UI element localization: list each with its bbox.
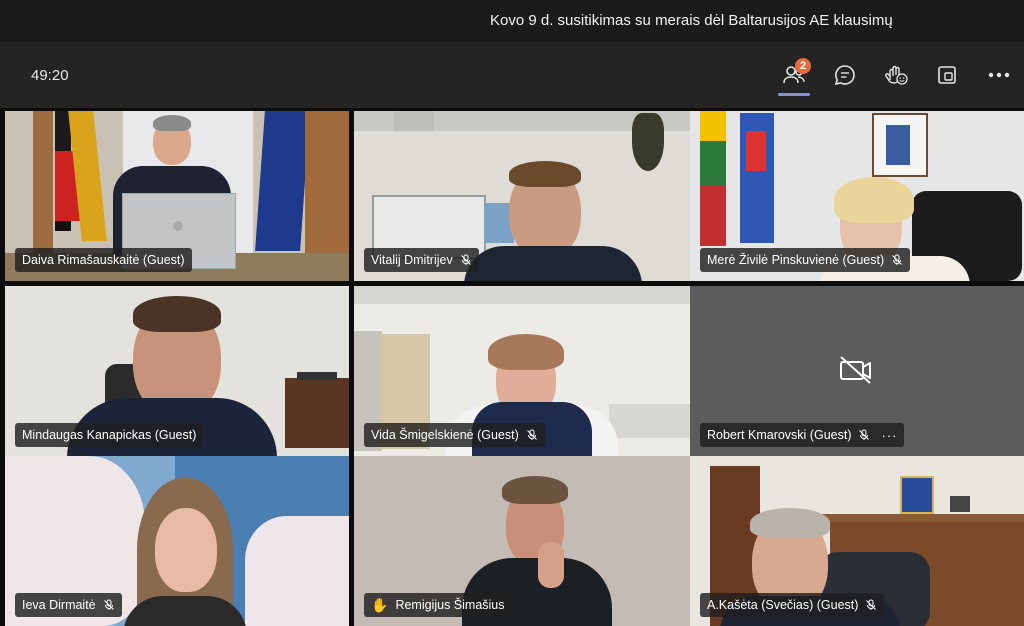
- video-tile[interactable]: Vitalij Dmitrijev: [354, 111, 698, 281]
- raised-hand-icon: ✋: [371, 596, 389, 613]
- participant-name: Merė Živilė Pinskuvienė (Guest): [707, 253, 885, 267]
- mic-muted-icon: [859, 429, 870, 440]
- share-tray-icon: [938, 66, 956, 84]
- participant-name: A.Kašėta (Svečias) (Guest): [707, 598, 859, 612]
- video-tile[interactable]: Mindaugas Kanapickas (Guest): [5, 286, 349, 456]
- mic-muted-icon: [866, 599, 877, 610]
- chat-button[interactable]: [829, 60, 861, 90]
- participant-label: Ieva Dirmaitė: [15, 593, 122, 617]
- more-options-icon: [988, 72, 1010, 78]
- meeting-timer: 49:20: [31, 67, 69, 84]
- participant-label: A.Kašėta (Svečias) (Guest): [700, 593, 885, 617]
- video-tile[interactable]: Daiva Rimašauskaitė (Guest): [5, 111, 349, 281]
- participant-label: Vitalij Dmitrijev: [364, 248, 479, 272]
- chat-icon: [834, 65, 855, 86]
- participant-label: Robert Kmarovski (Guest) ···: [700, 423, 905, 447]
- meeting-toolbar: 49:20 2: [0, 42, 1024, 108]
- video-tile[interactable]: A.Kašėta (Svečias) (Guest): [690, 456, 1024, 626]
- participant-label: Merė Živilė Pinskuvienė (Guest): [700, 248, 911, 272]
- video-tile[interactable]: Vida Šmigelskienė (Guest): [354, 286, 698, 456]
- participant-label: ✋ Remigijus Šimašius: [364, 593, 512, 617]
- mic-muted-icon: [526, 429, 537, 440]
- reactions-button[interactable]: [880, 60, 912, 90]
- mic-muted-icon: [460, 254, 471, 265]
- participant-more-options[interactable]: ···: [881, 428, 897, 443]
- participant-name: Vida Šmigelskienė (Guest): [371, 428, 519, 442]
- participant-name: Vitalij Dmitrijev: [371, 253, 453, 267]
- more-options-button[interactable]: [983, 60, 1015, 90]
- meeting-title: Kovo 9 d. susitikimas su merais dėl Balt…: [490, 12, 893, 29]
- participant-label: Mindaugas Kanapickas (Guest): [15, 423, 204, 447]
- camera-off-icon: [840, 356, 871, 384]
- participant-name: Ieva Dirmaitė: [22, 598, 96, 612]
- participants-button[interactable]: 2: [778, 58, 811, 96]
- participant-label: Vida Šmigelskienė (Guest): [364, 423, 545, 447]
- video-tile[interactable]: Merė Živilė Pinskuvienė (Guest): [690, 111, 1024, 281]
- share-button[interactable]: [931, 60, 963, 90]
- participants-count-badge: 2: [795, 58, 811, 74]
- reactions-icon: [885, 65, 908, 85]
- participant-name: Daiva Rimašauskaitė (Guest): [22, 253, 185, 267]
- video-tile[interactable]: Ieva Dirmaitė: [5, 456, 349, 626]
- video-tile[interactable]: ✋ Remigijus Šimašius: [354, 456, 698, 626]
- window-titlebar: Kovo 9 d. susitikimas su merais dėl Balt…: [0, 0, 1024, 42]
- participant-name: Mindaugas Kanapickas (Guest): [22, 428, 197, 442]
- participant-name: Robert Kmarovski (Guest): [707, 428, 852, 442]
- mic-muted-icon: [103, 599, 114, 610]
- participant-name: Remigijus Šimašius: [395, 598, 505, 612]
- video-tile[interactable]: Robert Kmarovski (Guest) ···: [690, 286, 1024, 456]
- mic-muted-icon: [892, 254, 903, 265]
- active-indicator: [778, 93, 810, 96]
- participant-label: Daiva Rimašauskaitė (Guest): [15, 248, 192, 272]
